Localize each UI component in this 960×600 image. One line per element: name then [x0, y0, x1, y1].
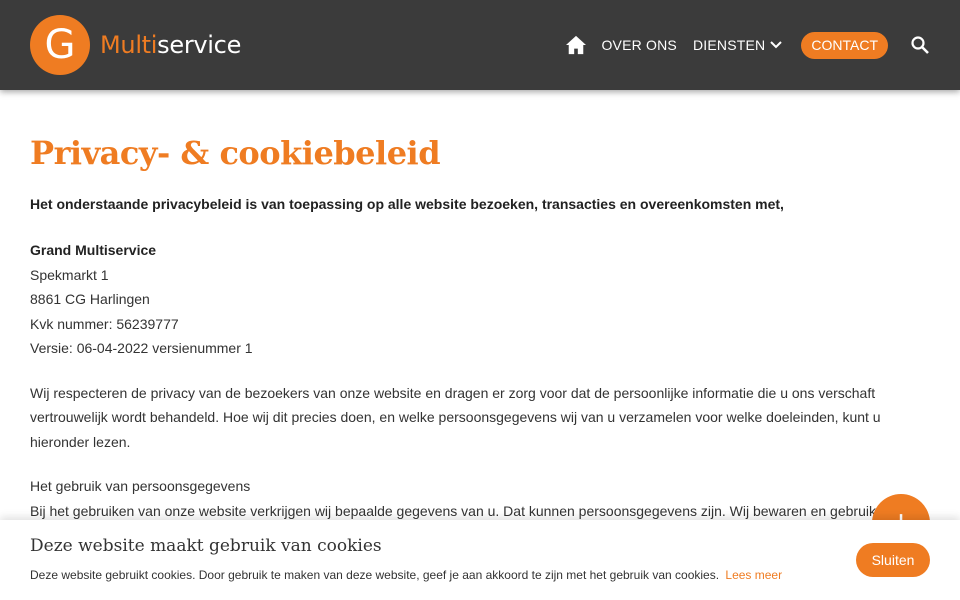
- main-content: Privacy- & cookiebeleid Het onderstaande…: [30, 90, 930, 523]
- chevron-down-icon: [769, 38, 783, 52]
- nav-diensten[interactable]: DIENSTEN: [693, 37, 783, 53]
- nav-over-ons-label: OVER ONS: [601, 37, 677, 53]
- company-street: Spekmarkt 1: [30, 266, 109, 283]
- intro-text: Het onderstaande privacybeleid is van to…: [30, 196, 784, 212]
- company-name: Grand Multiservice: [30, 242, 157, 258]
- logo-letter: G: [44, 22, 76, 68]
- logo-text-service: service: [157, 31, 242, 59]
- logo-text: Multiservice: [100, 31, 241, 59]
- site-header: G Multiservice OVER ONS DIENSTEN CONTACT: [0, 0, 960, 90]
- nav-over-ons[interactable]: OVER ONS: [601, 37, 677, 53]
- logo-text-multi: Multi: [100, 31, 158, 59]
- company-kvk: Kvk nummer: 56239777: [30, 315, 179, 332]
- personal-data-section: Het gebruik van persoonsgegevens Bij het…: [30, 474, 930, 523]
- section-heading: Het gebruik van persoonsgegevens: [30, 478, 251, 494]
- cookie-title: Deze website maakt gebruik van cookies: [30, 536, 382, 556]
- cookie-text-wrap: Deze website gebruikt cookies. Door gebr…: [30, 568, 782, 582]
- privacy-paragraph: Wij respecteren de privacy van de bezoek…: [30, 384, 881, 450]
- cookie-banner: Deze website maakt gebruik van cookies D…: [0, 520, 960, 600]
- home-icon[interactable]: [565, 34, 587, 56]
- logo-mark: G: [30, 15, 90, 75]
- nav-diensten-label: DIENSTEN: [692, 37, 766, 53]
- cookie-close-button[interactable]: Sluiten: [856, 543, 930, 577]
- page-title: Privacy- & cookiebeleid: [30, 134, 441, 172]
- main-nav: OVER ONS DIENSTEN CONTACT: [565, 0, 930, 90]
- cookie-text: Deze website gebruikt cookies. Door gebr…: [30, 568, 720, 582]
- logo[interactable]: G Multiservice: [30, 15, 241, 75]
- cookie-read-more-link[interactable]: Lees meer: [725, 568, 782, 582]
- search-icon[interactable]: [910, 35, 930, 55]
- contact-button[interactable]: CONTACT: [801, 31, 888, 59]
- company-address: Grand Multiservice Spekmarkt 1 8861 CG H…: [30, 238, 930, 361]
- policy-version: Versie: 06-04-2022 versienummer 1: [30, 340, 253, 356]
- company-city: 8861 CG Harlingen: [30, 291, 150, 307]
